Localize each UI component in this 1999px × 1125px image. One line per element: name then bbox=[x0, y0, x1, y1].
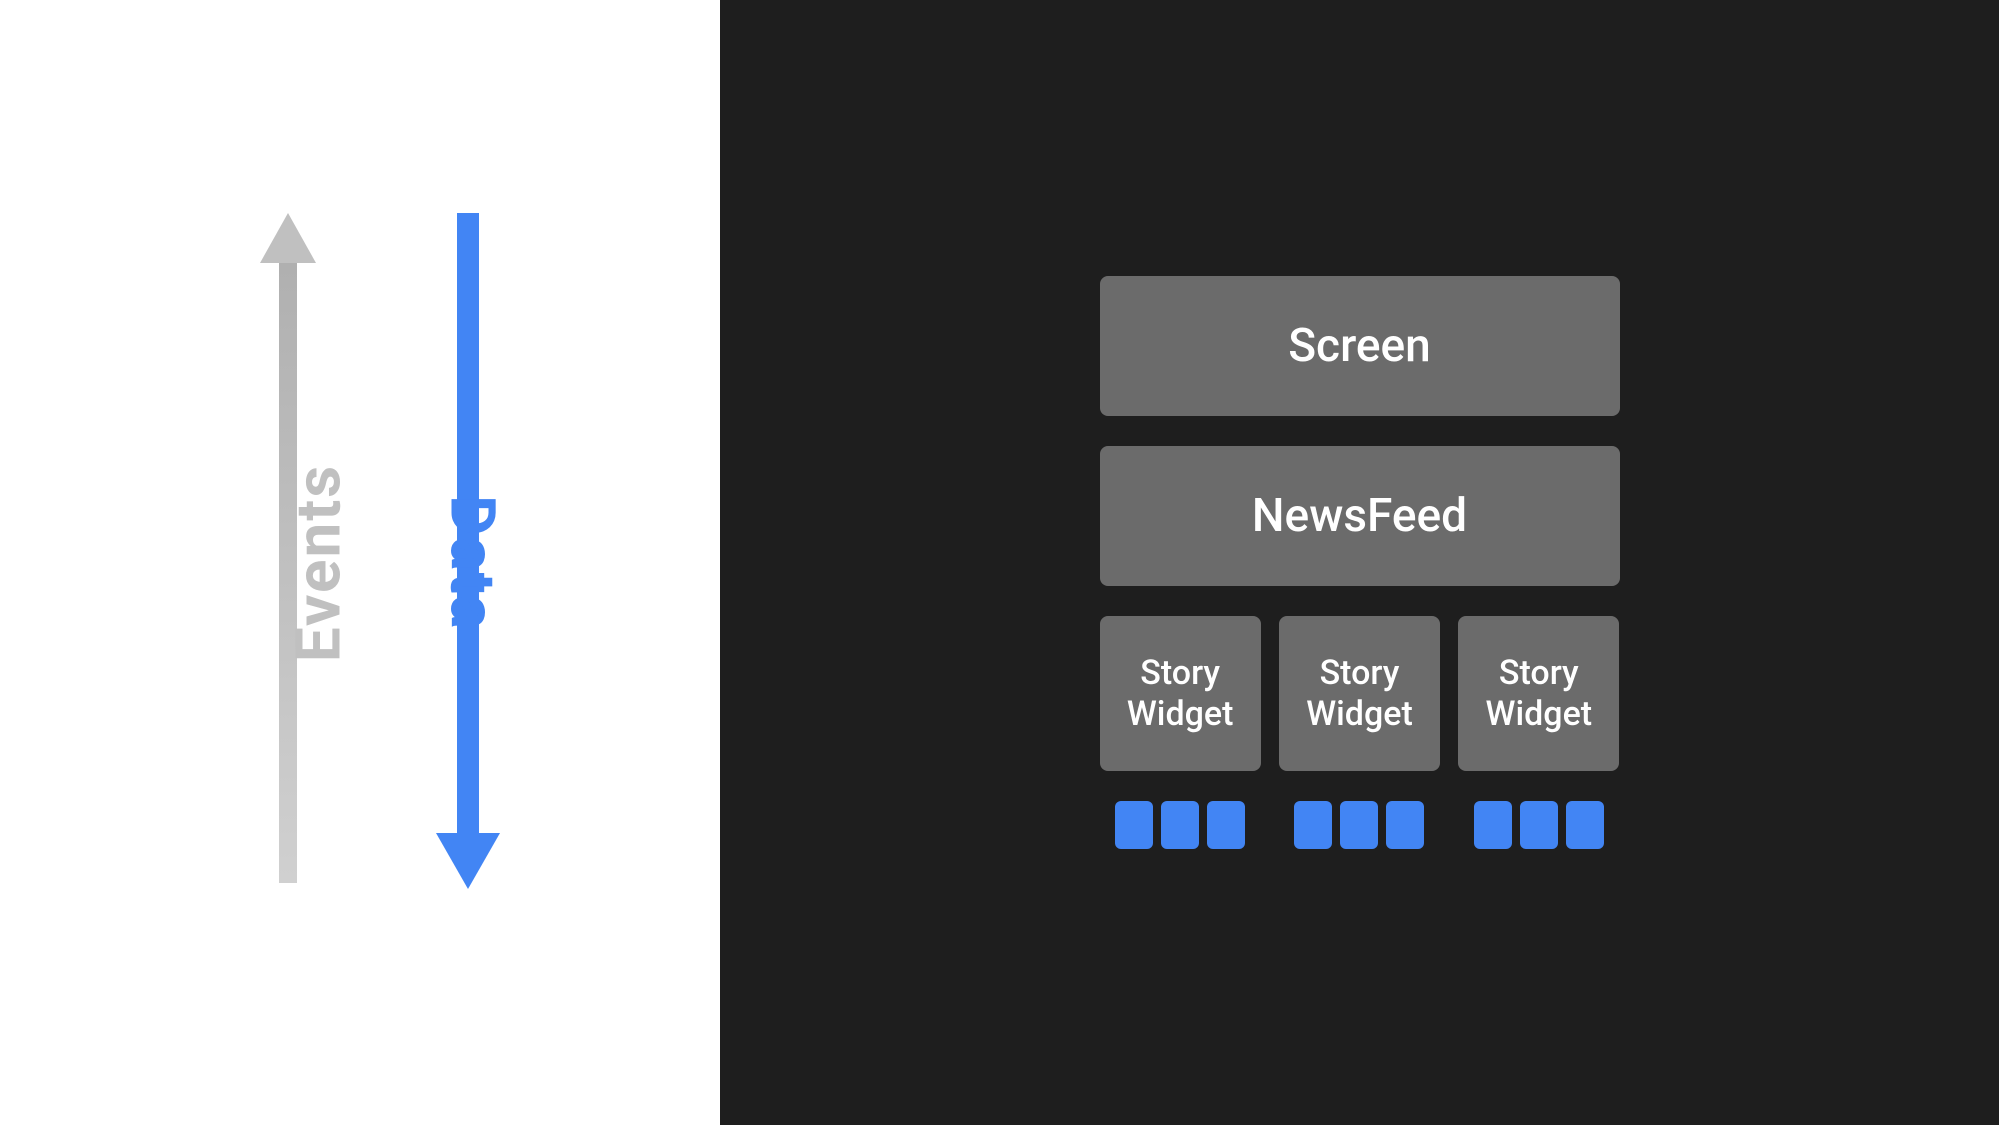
story-dot-2-2 bbox=[1340, 801, 1378, 849]
story-dots-group-1 bbox=[1100, 801, 1261, 849]
newsfeed-box: NewsFeed bbox=[1100, 446, 1620, 586]
story-dot-1-1 bbox=[1115, 801, 1153, 849]
story-widget-3-label: StoryWidget bbox=[1486, 653, 1593, 735]
events-label: Events bbox=[283, 463, 356, 661]
story-dot-2-3 bbox=[1386, 801, 1424, 849]
data-arrowhead bbox=[436, 833, 500, 889]
newsfeed-label: NewsFeed bbox=[1252, 489, 1467, 543]
screen-box: Screen bbox=[1100, 276, 1620, 416]
story-widget-1-label: StoryWidget bbox=[1127, 653, 1234, 735]
story-dot-3-3 bbox=[1566, 801, 1604, 849]
story-dot-1-3 bbox=[1207, 801, 1245, 849]
story-dot-3-2 bbox=[1520, 801, 1558, 849]
story-dots-row bbox=[1100, 801, 1620, 849]
story-widget-2-label: StoryWidget bbox=[1306, 653, 1413, 735]
story-dots-group-2 bbox=[1279, 801, 1440, 849]
events-arrowhead bbox=[260, 213, 316, 263]
right-panel: Screen NewsFeed StoryWidget StoryWidget … bbox=[720, 0, 1999, 1125]
story-dot-2-1 bbox=[1294, 801, 1332, 849]
story-widget-1: StoryWidget bbox=[1100, 616, 1261, 771]
screen-label: Screen bbox=[1288, 319, 1431, 373]
story-widget-2: StoryWidget bbox=[1279, 616, 1440, 771]
left-panel: Events Data bbox=[0, 0, 720, 1125]
story-dot-1-2 bbox=[1161, 801, 1199, 849]
story-dot-3-1 bbox=[1474, 801, 1512, 849]
story-widget-3: StoryWidget bbox=[1458, 616, 1619, 771]
arrows-container: Events Data bbox=[160, 213, 560, 913]
data-label: Data bbox=[436, 495, 509, 631]
story-widgets-row: StoryWidget StoryWidget StoryWidget bbox=[1100, 616, 1620, 771]
story-dots-group-3 bbox=[1458, 801, 1619, 849]
